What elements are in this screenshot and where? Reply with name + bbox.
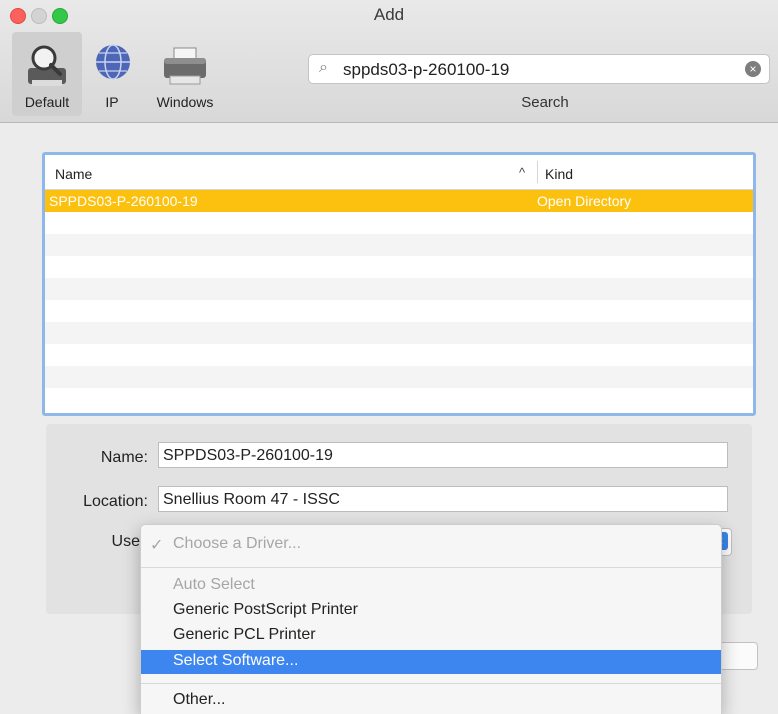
printer-list: Name ^ Kind SPPDS03-P-260100-19 Open Dir… [42, 152, 756, 416]
search-field[interactable]: ⌕ × [308, 54, 770, 84]
menu-item-other[interactable]: Other... [141, 689, 721, 713]
row-name: SPPDS03-P-260100-19 [49, 193, 198, 209]
menu-item-label: Other... [173, 691, 226, 708]
toolbar-windows-label: Windows [156, 94, 214, 110]
menu-separator [141, 683, 721, 684]
location-label: Location: [83, 493, 148, 510]
toolbar-default-label: Default [24, 94, 70, 110]
menu-item-generic-postscript[interactable]: Generic PostScript Printer [141, 599, 721, 623]
windows-printer-icon [158, 38, 212, 92]
name-field[interactable]: SPPDS03-P-260100-19 [158, 442, 728, 468]
toolbar-ip-label: IP [105, 94, 119, 110]
menu-item-choose-driver: ✓ Choose a Driver... [141, 533, 721, 557]
column-header-kind[interactable]: Kind [545, 166, 573, 182]
checkmark-icon: ✓ [150, 537, 164, 554]
search-label: Search [521, 94, 569, 111]
menu-item-label: Generic PostScript Printer [173, 601, 358, 618]
empty-table-row [45, 278, 753, 300]
menu-item-generic-pcl[interactable]: Generic PCL Printer [141, 624, 721, 648]
table-header: Name ^ Kind [45, 155, 753, 190]
table-row[interactable]: SPPDS03-P-260100-19 Open Directory [45, 190, 753, 212]
toolbar-windows-button[interactable]: Windows [140, 38, 230, 110]
location-field[interactable]: Snellius Room 47 - ISSC [158, 486, 728, 512]
toolbar-ip-button[interactable]: IP [86, 38, 138, 110]
menu-item-label: Generic PCL Printer [173, 626, 316, 643]
sort-ascending-icon: ^ [519, 165, 526, 180]
table-rows: SPPDS03-P-260100-19 Open Directory [45, 190, 753, 410]
driver-menu: ✓ Choose a Driver... Auto Select Generic… [140, 524, 722, 714]
title-toolbar: Add Default IP Windows ⌕ sppds03-p-26010… [0, 0, 778, 123]
toolbar-default-button[interactable]: Default [12, 32, 82, 116]
add-printer-window: Add Default IP Windows ⌕ sppds03-p-26010… [0, 0, 778, 714]
empty-table-row [45, 212, 753, 234]
menu-item-label: Auto Select [173, 576, 255, 593]
menu-item-label: Choose a Driver... [173, 535, 302, 552]
empty-table-row [45, 234, 753, 256]
empty-table-row [45, 322, 753, 344]
name-label: Name: [100, 449, 148, 466]
row-kind: Open Directory [537, 193, 632, 209]
search-input[interactable] [341, 58, 725, 82]
window-title: Add [373, 5, 405, 24]
menu-separator [141, 567, 721, 568]
empty-table-row [45, 256, 753, 278]
empty-table-row [45, 300, 753, 322]
menu-item-select-software[interactable]: Select Software... [141, 650, 721, 674]
menu-item-auto-select: Auto Select [141, 574, 721, 598]
default-printer-icon [20, 38, 74, 92]
search-icon: ⌕ [319, 59, 328, 76]
empty-table-row [45, 344, 753, 366]
empty-table-row [45, 366, 753, 388]
column-divider[interactable] [537, 161, 538, 183]
menu-item-label: Select Software... [173, 652, 299, 669]
clear-search-icon[interactable]: × [745, 61, 761, 77]
use-label: Use [111, 533, 140, 550]
empty-table-row [45, 388, 753, 410]
column-header-name[interactable]: Name [55, 166, 92, 182]
globe-icon [86, 38, 140, 92]
